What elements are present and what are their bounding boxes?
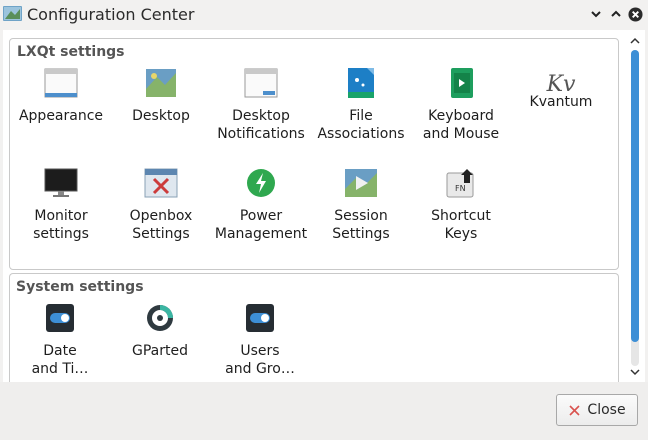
appearance-icon	[44, 68, 78, 98]
settings-item-users-groups[interactable]: Users and Gro…	[210, 302, 310, 378]
svg-text:FN: FN	[455, 184, 466, 193]
group-title-system: System settings	[16, 279, 144, 295]
desktop-icon	[146, 69, 176, 97]
settings-item-power[interactable]: Power Management	[211, 167, 311, 243]
users-groups-icon	[246, 304, 274, 332]
settings-item-label: Users and Gro…	[225, 343, 295, 377]
openbox-icon	[144, 168, 178, 198]
settings-item-monitor[interactable]: Monitor settings	[11, 167, 111, 243]
close-icon	[627, 6, 643, 22]
scrollbar-track[interactable]	[631, 50, 639, 366]
monitor-icon	[44, 168, 78, 197]
settings-item-label: Desktop Notifications	[217, 108, 305, 142]
chevron-up-icon	[611, 10, 621, 17]
lxqt-settings-group: LXQt settings Appearance Desktop Desktop…	[9, 38, 619, 270]
settings-item-label: Appearance	[18, 108, 104, 124]
settings-item-desktop-notifications[interactable]: Desktop Notifications	[211, 67, 311, 143]
settings-item-label: Desktop	[132, 108, 190, 124]
settings-item-date-time[interactable]: Date and Ti…	[10, 302, 110, 378]
settings-item-label: Openbox Settings	[129, 208, 193, 242]
window-title: Configuration Center	[27, 5, 195, 24]
scroll-down-icon[interactable]	[630, 367, 640, 377]
close-button[interactable]: Close	[556, 394, 638, 426]
settings-item-label: Shortcut Keys	[431, 208, 491, 242]
system-settings-group: System settings Date and Ti… GParted Use…	[9, 273, 619, 382]
power-icon	[247, 169, 275, 197]
date-time-icon	[46, 304, 74, 332]
session-icon	[345, 169, 377, 197]
settings-item-label: Power Management	[214, 208, 308, 242]
minimize-button[interactable]	[588, 6, 604, 22]
settings-item-file-associations[interactable]: File Associations	[311, 67, 411, 143]
settings-item-shortcut-keys[interactable]: FN Shortcut Keys	[411, 167, 511, 243]
settings-item-label: Monitor settings	[33, 208, 89, 242]
maximize-button[interactable]	[608, 6, 624, 22]
vertical-scrollbar[interactable]	[627, 36, 643, 378]
close-x-icon	[569, 404, 580, 416]
settings-item-openbox[interactable]: Openbox Settings	[111, 167, 211, 243]
close-window-button[interactable]	[627, 6, 643, 22]
settings-item-label: File Associations	[317, 108, 405, 142]
settings-item-label: Session Settings	[332, 208, 390, 242]
settings-panel: LXQt settings Appearance Desktop Desktop…	[3, 30, 645, 382]
chevron-down-icon	[591, 11, 601, 18]
settings-item-keyboard-mouse[interactable]: Keyboard and Mouse	[411, 67, 511, 143]
settings-item-label: Keyboard and Mouse	[422, 108, 500, 142]
file-associations-icon	[348, 68, 374, 98]
gparted-icon	[147, 305, 173, 331]
settings-item-desktop[interactable]: Desktop	[111, 67, 211, 125]
scrollbar-thumb[interactable]	[631, 50, 639, 342]
keyboard-mouse-icon	[451, 68, 473, 98]
settings-item-label: GParted	[132, 343, 188, 359]
settings-item-session[interactable]: Session Settings	[311, 167, 411, 243]
settings-item-kvantum[interactable]: Kv Kvantum	[511, 67, 611, 111]
title-bar[interactable]: Configuration Center	[0, 0, 648, 30]
dialog-button-bar: Close	[0, 382, 648, 440]
group-title-lxqt: LXQt settings	[17, 44, 125, 60]
settings-item-appearance[interactable]: Appearance	[11, 67, 111, 125]
settings-item-gparted[interactable]: GParted	[110, 302, 210, 360]
configuration-center-icon	[3, 6, 22, 21]
close-button-label: Close	[587, 402, 626, 418]
shortcut-keys-icon: FN	[446, 169, 474, 198]
settings-item-label: Kvantum	[529, 94, 593, 110]
desktop-notifications-icon	[244, 68, 278, 98]
scroll-up-icon[interactable]	[630, 36, 640, 46]
settings-item-label: Date and Ti…	[31, 343, 89, 377]
